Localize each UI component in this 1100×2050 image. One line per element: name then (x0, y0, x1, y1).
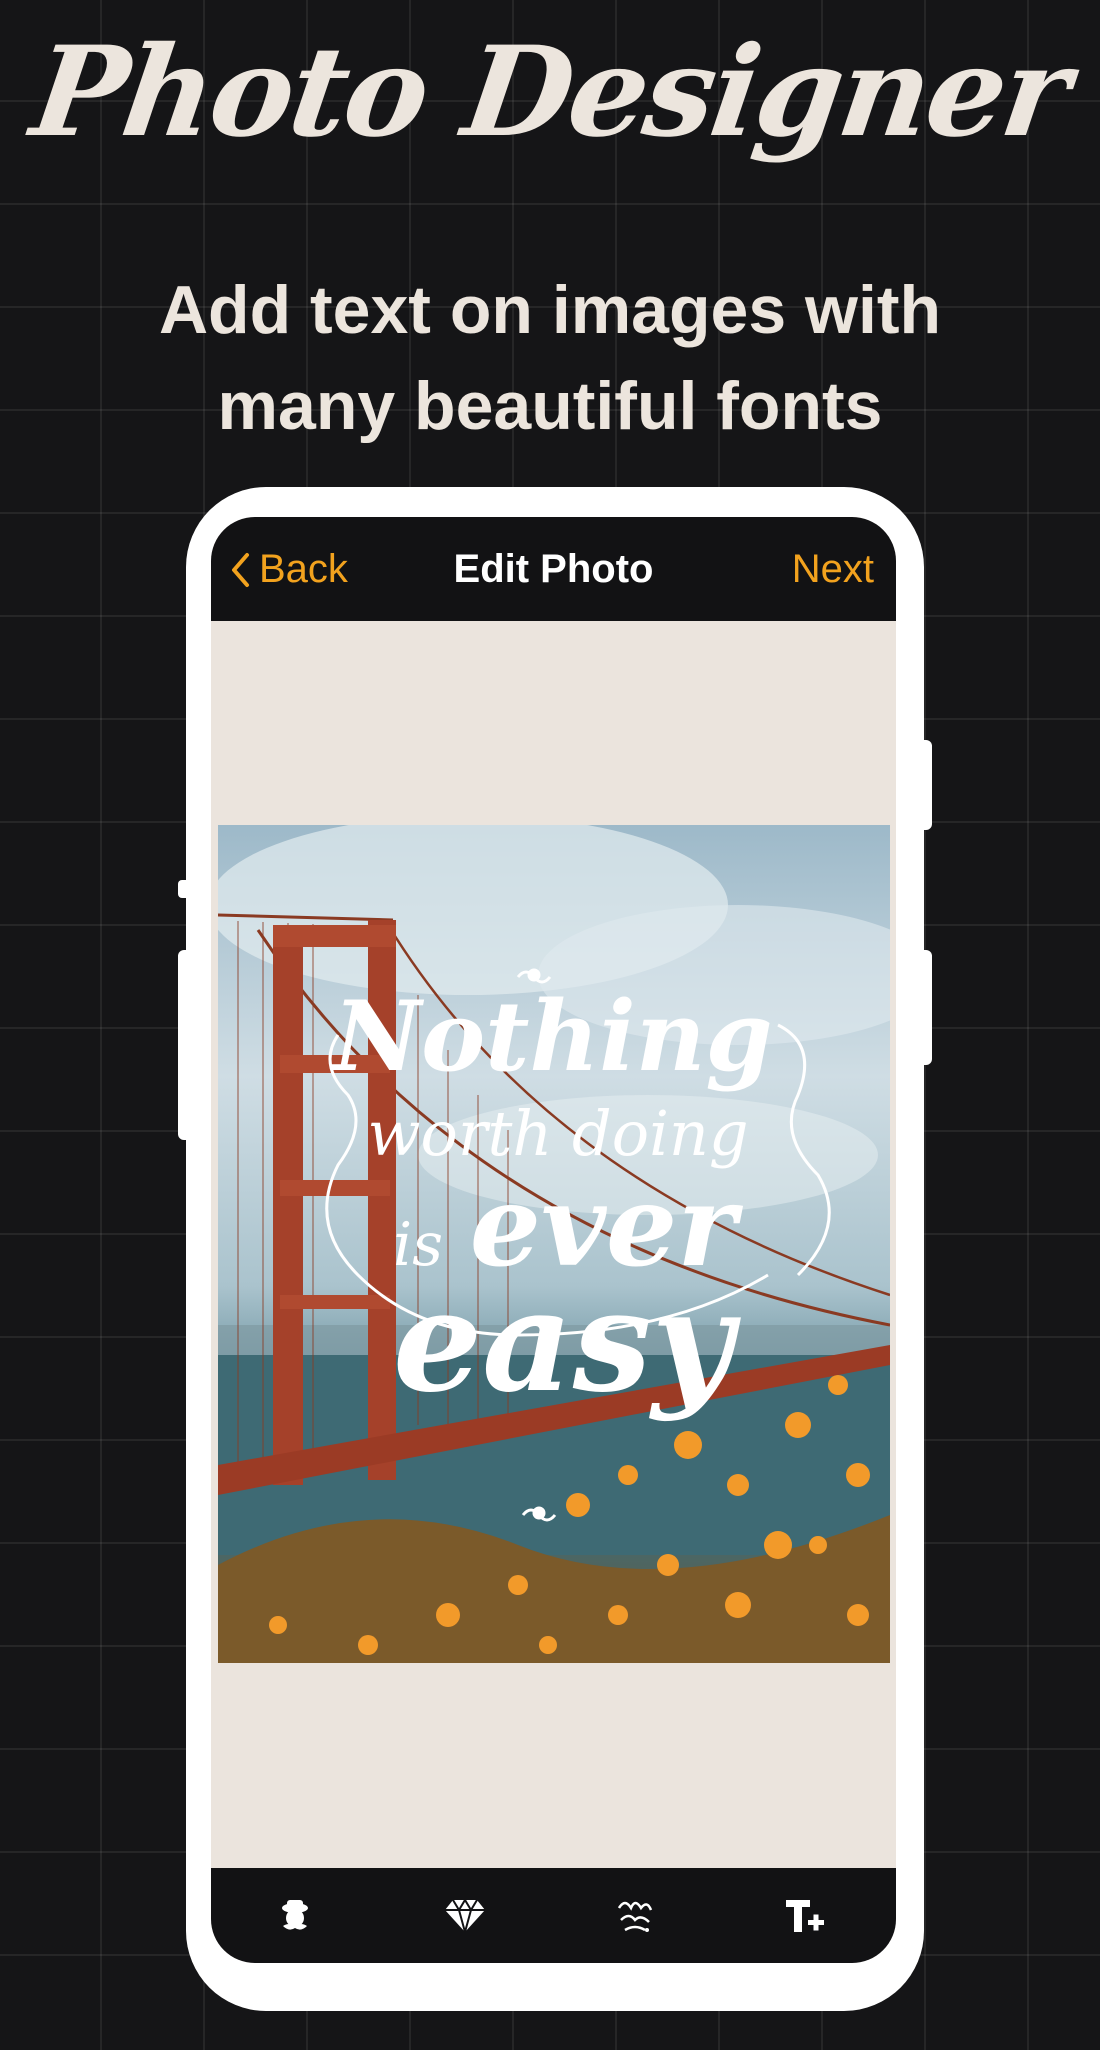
overlay-line-1: Nothing (330, 980, 772, 1093)
phone-side-button-left-1 (178, 880, 192, 898)
overlay-line-2: worth doing (367, 1097, 748, 1170)
edited-photo[interactable]: Nothing worth doing is ever easy (218, 825, 890, 1663)
phone-side-button-left-2 (178, 950, 192, 1140)
nav-bar: Back Edit Photo Next (211, 517, 896, 621)
diamond-icon (445, 1898, 485, 1934)
add-text-tool-button[interactable] (781, 1892, 829, 1940)
promo-title: Photo Designer (23, 20, 1077, 165)
phone-side-button-right-1 (918, 740, 932, 830)
text-art-tool-button[interactable] (611, 1892, 659, 1940)
premium-tool-button[interactable] (441, 1892, 489, 1940)
promo-subtitle: Add text on images with many beautiful f… (100, 262, 1000, 454)
photo-scene: Nothing worth doing is ever easy (218, 825, 890, 1663)
sticker-mascot-icon (282, 1900, 308, 1930)
promo-subtitle-line-1: Add text on images with (158, 272, 942, 348)
quote-overlay: Nothing worth doing is ever easy (330, 980, 772, 1424)
promo-subtitle-line-2: many beautiful fonts (217, 368, 883, 444)
add-text-icon (786, 1900, 824, 1932)
next-button[interactable]: Next (792, 547, 874, 592)
phone-side-button-right-2 (918, 950, 932, 1065)
overlay-line-4: easy (393, 1260, 742, 1424)
app-screen: Back Edit Photo Next Nothing worth doing… (211, 517, 896, 1963)
text-art-icon (617, 1901, 653, 1932)
sticker-tool-button[interactable] (271, 1892, 319, 1940)
bottom-toolbar (211, 1868, 896, 1963)
